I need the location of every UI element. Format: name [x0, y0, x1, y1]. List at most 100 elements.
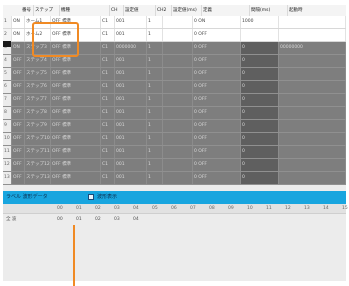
cell-x[interactable] [163, 107, 193, 119]
cell-val[interactable]: 001 [115, 159, 147, 171]
table-row[interactable]: 13 OFF ステップ13 OFF 標準 C1 001 1 0 OFF 0 [3, 172, 346, 185]
cell-x[interactable] [163, 42, 193, 54]
cell-status[interactable]: OFF [12, 55, 25, 67]
cell-status[interactable]: OFF [12, 107, 25, 119]
cell-start[interactable] [279, 29, 346, 41]
cell-start[interactable] [279, 146, 346, 158]
cell-ch[interactable]: C1 [101, 16, 115, 28]
table-row[interactable]: 9 OFF ステップ9 OFF 標準 C1 001 1 0 OFF 0 [3, 120, 346, 133]
cell-type[interactable]: OFF 標準 [51, 159, 101, 171]
column-header[interactable]: CH [110, 5, 124, 16]
column-header[interactable]: 間隔(ms) [250, 5, 288, 16]
cell-val[interactable]: 001 [115, 146, 147, 158]
cell-step[interactable]: ステップ12 [25, 159, 51, 171]
cell-start[interactable] [279, 16, 346, 28]
cell-ch[interactable]: C1 [101, 68, 115, 80]
cell-ch2[interactable]: 1 [147, 29, 163, 41]
cell-status[interactable]: OFF [12, 81, 25, 93]
cell-type[interactable]: OFF 標準 [51, 146, 101, 158]
column-header[interactable]: 起動時 [288, 5, 349, 16]
cell-val[interactable]: 001 [115, 55, 147, 67]
cell-interval[interactable]: 0 [241, 159, 279, 171]
cell-x[interactable] [163, 81, 193, 93]
timeline-cell[interactable]: 04 [133, 214, 139, 226]
cell-ch[interactable]: C1 [101, 42, 115, 54]
cell-start[interactable] [279, 81, 346, 93]
cell-type[interactable]: OFF 標準 [51, 120, 101, 132]
cell-val[interactable]: 001 [115, 29, 147, 41]
timeline-cell[interactable]: 01 [76, 214, 82, 226]
cell-ch[interactable]: C1 [101, 120, 115, 132]
column-header[interactable]: 番号 [21, 5, 34, 16]
cell-x[interactable] [163, 146, 193, 158]
cell-start[interactable] [279, 107, 346, 119]
cell-ch2[interactable]: 1 [147, 68, 163, 80]
cell-val[interactable]: 001 [115, 172, 147, 184]
cell-type[interactable]: OFF 標準 [51, 68, 101, 80]
table-row[interactable]: 11 OFF ステップ11 OFF 標準 C1 001 1 0 OFF 0 [3, 146, 346, 159]
cell-val[interactable]: 001 [115, 133, 147, 145]
cell-interval[interactable]: 0 [241, 94, 279, 106]
cell-x[interactable] [163, 29, 193, 41]
cell-x[interactable] [163, 55, 193, 67]
cell-def[interactable]: 0 OFF [193, 120, 241, 132]
cell-step[interactable]: ステップ5 [25, 68, 51, 80]
cell-interval[interactable]: 0 [241, 146, 279, 158]
cell-ch2[interactable]: 1 [147, 55, 163, 67]
cell-ch2[interactable]: 1 [147, 42, 163, 54]
table-row[interactable]: 5 OFF ステップ5 OFF 標準 C1 001 1 0 OFF 0 [3, 68, 346, 81]
table-row[interactable]: 6 OFF ステップ6 OFF 標準 C1 001 1 0 OFF 0 [3, 81, 346, 94]
cell-ch[interactable]: C1 [101, 159, 115, 171]
cell-ch[interactable]: C1 [101, 146, 115, 158]
table-row[interactable]: 8 OFF ステップ8 OFF 標準 C1 001 1 0 OFF 0 [3, 107, 346, 120]
cell-val[interactable]: 001 [115, 94, 147, 106]
cell-def[interactable]: 0 OFF [193, 42, 241, 54]
cell-x[interactable] [163, 172, 193, 184]
timeline-cell[interactable]: 00 [57, 214, 63, 226]
cell-start[interactable] [279, 133, 346, 145]
cell-step[interactable]: ステップ6 [25, 81, 51, 93]
cell-def[interactable]: 0 OFF [193, 146, 241, 158]
cell-ch2[interactable]: 1 [147, 81, 163, 93]
cell-ch2[interactable]: 1 [147, 107, 163, 119]
cell-ch2[interactable]: 1 [147, 16, 163, 28]
cell-ch[interactable]: C1 [101, 107, 115, 119]
waveform-display-checkbox[interactable] [88, 194, 94, 200]
column-header[interactable]: 機種 [60, 5, 110, 16]
column-header[interactable]: 定義 [202, 5, 250, 16]
cell-val[interactable]: 001 [115, 81, 147, 93]
cell-interval[interactable]: 0 [241, 172, 279, 184]
cell-start[interactable] [279, 94, 346, 106]
cell-step[interactable]: ステップ11 [25, 146, 51, 158]
cell-ch[interactable]: C1 [101, 81, 115, 93]
cell-val[interactable]: 001 [115, 120, 147, 132]
cell-status[interactable]: OFF [12, 146, 25, 158]
cell-val[interactable]: 001 [115, 107, 147, 119]
cell-step[interactable]: ステップ7 [25, 94, 51, 106]
cell-type[interactable]: OFF 標準 [51, 94, 101, 106]
cell-def[interactable]: 0 OFF [193, 159, 241, 171]
cell-def[interactable]: 0 OFF [193, 94, 241, 106]
cell-step[interactable]: ステップ8 [25, 107, 51, 119]
cell-type[interactable]: OFF 標準 [51, 133, 101, 145]
cell-type[interactable]: OFF 標準 [51, 172, 101, 184]
cell-ch[interactable]: C1 [101, 133, 115, 145]
cell-type[interactable]: OFF 標準 [51, 107, 101, 119]
cell-interval[interactable]: 0 [241, 133, 279, 145]
cell-interval[interactable]: 1000 [241, 16, 279, 28]
cell-status[interactable]: ON [12, 16, 25, 28]
cell-def[interactable]: 0 OFF [193, 81, 241, 93]
cell-x[interactable] [163, 94, 193, 106]
cell-def[interactable]: 0 OFF [193, 29, 241, 41]
cell-start[interactable] [279, 55, 346, 67]
cell-def[interactable]: 0 OFF [193, 107, 241, 119]
cell-start[interactable]: 00000000 [279, 42, 346, 54]
cell-x[interactable] [163, 133, 193, 145]
cell-status[interactable]: OFF [12, 68, 25, 80]
cell-ch2[interactable]: 1 [147, 120, 163, 132]
cell-ch[interactable]: C1 [101, 29, 115, 41]
cell-ch2[interactable]: 1 [147, 172, 163, 184]
column-header[interactable]: ステップ [34, 5, 60, 16]
column-header[interactable]: CH2 [156, 5, 172, 16]
cell-interval[interactable]: 0 [241, 68, 279, 80]
